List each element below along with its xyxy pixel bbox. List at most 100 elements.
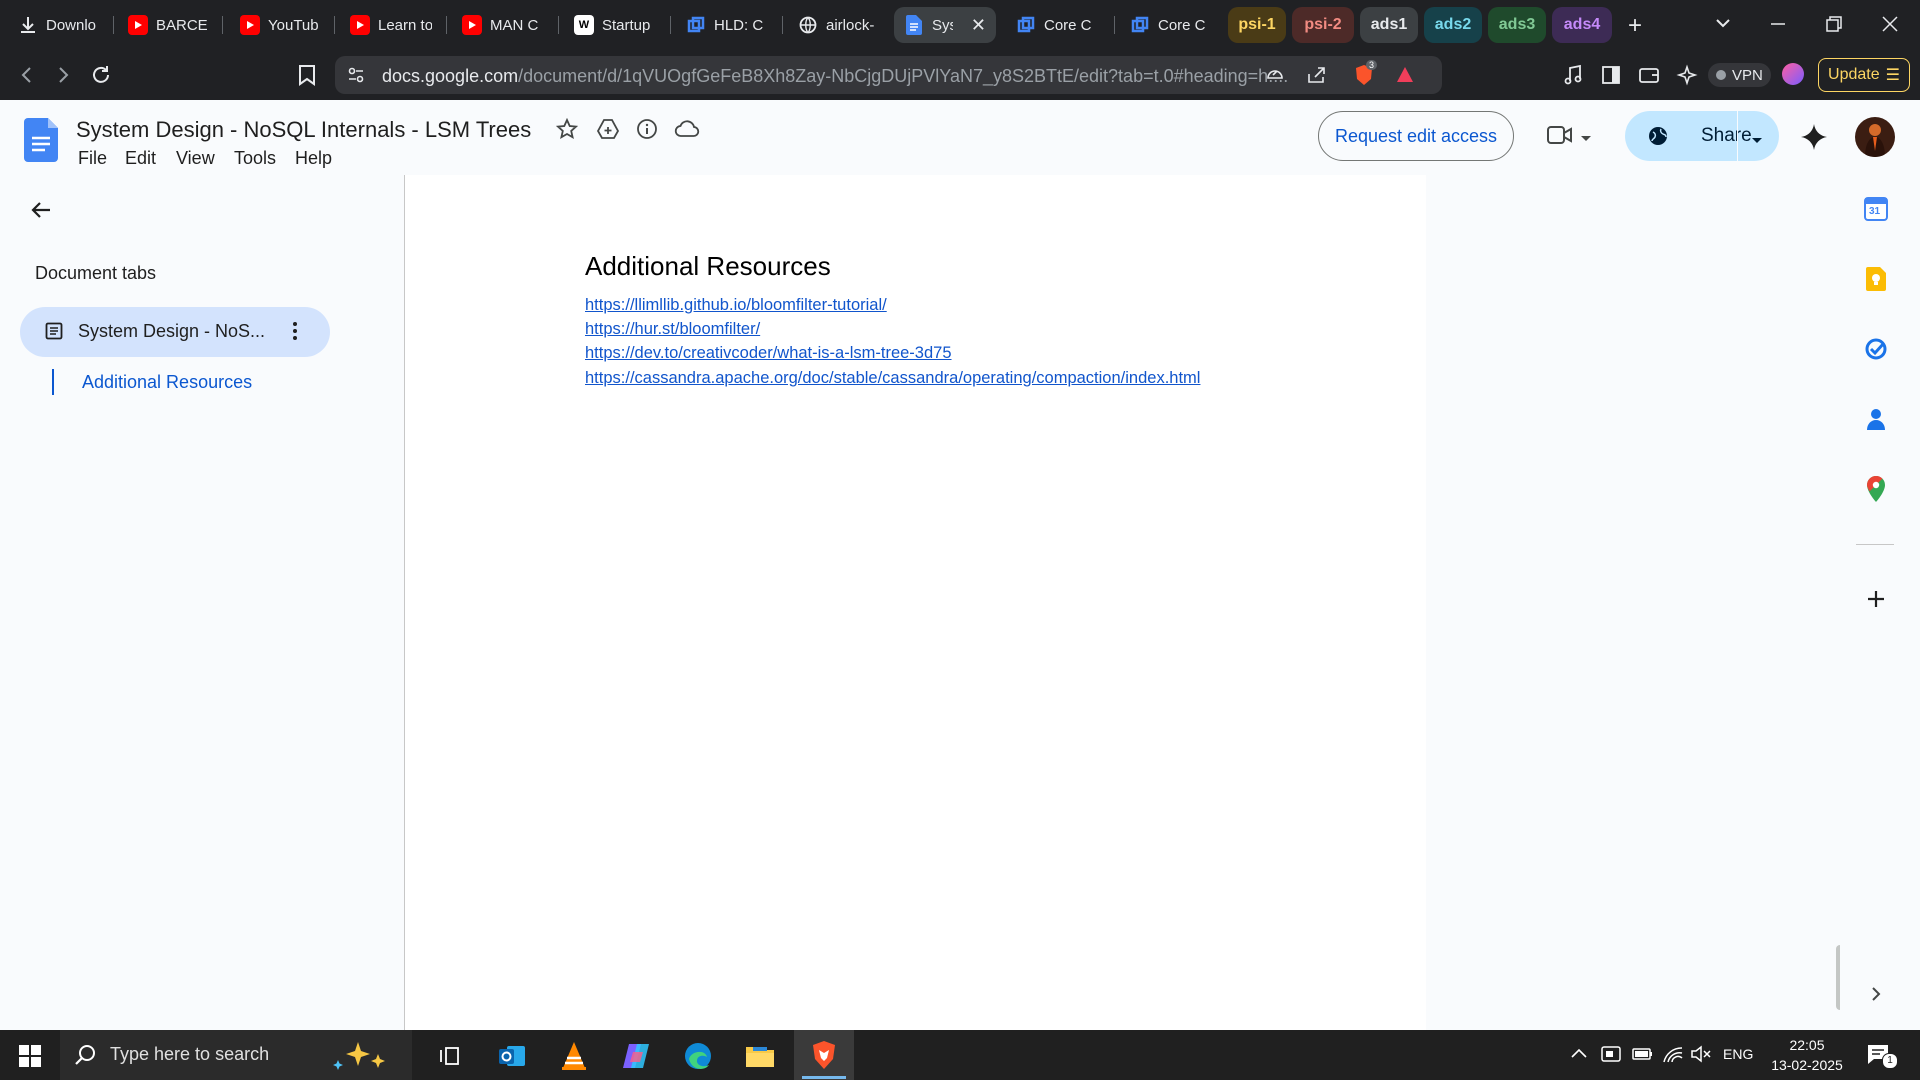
meet-button[interactable] — [1546, 124, 1591, 151]
tasks-icon[interactable] — [1864, 337, 1888, 361]
back-icon[interactable] — [14, 62, 40, 88]
copilot-icon[interactable] — [620, 1040, 652, 1072]
menu-icon: ☰ — [1885, 67, 1900, 84]
notifications-icon[interactable]: 1 — [1866, 1043, 1898, 1070]
request-edit-access-button[interactable]: Request edit access — [1318, 111, 1514, 161]
tab-group-ads2[interactable]: ads2 — [1424, 7, 1482, 43]
notification-count: 1 — [1882, 1053, 1898, 1069]
brave-rewards-icon[interactable] — [1395, 65, 1415, 90]
resource-link[interactable]: https://cassandra.apache.org/doc/stable/… — [585, 369, 1200, 388]
tab-group-ads3[interactable]: ads3 — [1488, 7, 1546, 43]
vlc-icon[interactable] — [558, 1040, 590, 1072]
tab-group-psi-1[interactable]: psi-1 — [1228, 7, 1286, 43]
show-hidden-icons-icon[interactable] — [1570, 1046, 1588, 1065]
share-button[interactable]: Share — [1625, 111, 1779, 161]
back-arrow-icon[interactable] — [30, 199, 52, 226]
document-tab-item[interactable]: System Design - NoS... — [20, 307, 330, 357]
resource-link[interactable]: https://dev.to/creativcoder/what-is-a-ls… — [585, 344, 952, 363]
menu-help[interactable]: Help — [295, 148, 332, 169]
gemini-icon[interactable] — [1800, 123, 1828, 156]
add-app-icon[interactable] — [1864, 587, 1888, 611]
close-tab-icon[interactable]: ✕ — [971, 15, 986, 36]
docs-logo-icon[interactable] — [24, 118, 58, 167]
more-options-icon[interactable] — [292, 321, 298, 346]
document-title[interactable]: System Design - NoSQL Internals - LSM Tr… — [76, 117, 531, 143]
tab-core-2[interactable]: Core C — [1130, 7, 1216, 43]
tab-group-ads1[interactable]: ads1 — [1360, 7, 1418, 43]
tab-airlock[interactable]: airlock- — [798, 7, 884, 43]
globe-icon — [1647, 125, 1669, 152]
tab-group-ads4[interactable]: ads4 — [1552, 7, 1612, 43]
drive-cast-icon[interactable] — [1265, 66, 1285, 89]
meet-now-icon[interactable] — [1600, 1044, 1622, 1069]
media-controls-icon[interactable] — [1560, 62, 1586, 88]
forward-icon[interactable] — [50, 62, 76, 88]
calendar-icon[interactable]: 31 — [1864, 197, 1888, 221]
outlook-icon[interactable] — [496, 1040, 528, 1072]
input-language[interactable]: ENG — [1723, 1046, 1753, 1062]
brave-taskbar-button[interactable] — [794, 1030, 854, 1080]
tab-man[interactable]: MAN C — [462, 7, 544, 43]
youtube-icon — [462, 15, 482, 35]
meet-dropdown-icon — [1580, 130, 1592, 148]
restore-icon[interactable] — [1824, 14, 1844, 39]
star-icon[interactable] — [555, 117, 579, 145]
close-window-icon[interactable] — [1880, 14, 1900, 39]
resource-link[interactable]: https://llimllib.github.io/bloomfilter-t… — [585, 296, 887, 315]
video-camera-icon — [1546, 126, 1574, 150]
menu-tools[interactable]: Tools — [234, 148, 276, 169]
address-bar[interactable]: docs.google.com/document/d/1qVUOgfGeFeB8… — [335, 56, 1442, 94]
leo-ai-icon[interactable] — [1674, 62, 1700, 88]
share-page-icon[interactable] — [1307, 66, 1327, 89]
tab-core-1[interactable]: Core C — [1016, 7, 1102, 43]
minimize-icon[interactable] — [1768, 14, 1788, 39]
tab-system-design-active[interactable]: Sys ✕ — [894, 7, 996, 43]
windows-start-icon[interactable] — [14, 1040, 46, 1072]
resource-link[interactable]: https://hur.st/bloomfilter/ — [585, 320, 760, 339]
collapse-panel-chevron-icon[interactable] — [1864, 982, 1888, 1006]
tab-downloads[interactable]: Downlo — [18, 7, 100, 43]
avatar[interactable] — [1855, 117, 1895, 157]
menu-view[interactable]: View — [176, 148, 215, 169]
wallet-icon[interactable] — [1636, 62, 1662, 88]
site-settings-icon[interactable] — [347, 66, 365, 89]
keep-icon[interactable] — [1864, 267, 1888, 291]
taskbar-search-box[interactable]: Type here to search — [60, 1030, 412, 1080]
sidebar-toggle-icon[interactable] — [1598, 62, 1624, 88]
docs-header: System Design - NoSQL Internals - LSM Tr… — [0, 100, 1920, 175]
update-button[interactable]: Update ☰ — [1818, 58, 1910, 92]
share-dropdown-icon[interactable] — [1751, 132, 1763, 150]
menu-file[interactable]: File — [78, 148, 107, 169]
youtube-icon — [128, 15, 148, 35]
tab-barcel[interactable]: BARCEL — [128, 7, 208, 43]
cube-icon — [686, 15, 706, 35]
outline-item-additional-resources[interactable]: Additional Resources — [52, 369, 252, 395]
tab-startup[interactable]: W Startup — [574, 7, 660, 43]
tab-youtube[interactable]: YouTub — [240, 7, 320, 43]
document-details-icon[interactable] — [636, 118, 658, 145]
edge-icon[interactable] — [682, 1040, 714, 1072]
tab-search-chevron-icon[interactable] — [1714, 14, 1732, 37]
search-icon — [74, 1044, 96, 1071]
wifi-icon[interactable] — [1662, 1044, 1684, 1069]
contacts-icon[interactable] — [1864, 407, 1888, 431]
task-view-icon[interactable] — [434, 1040, 466, 1072]
profile-icon[interactable] — [1782, 63, 1804, 85]
taskbar-clock[interactable]: 22:05 13-02-2025 — [1760, 1035, 1854, 1075]
tab-group-psi-2[interactable]: psi-2 — [1292, 7, 1354, 43]
bookmark-icon[interactable] — [294, 62, 320, 88]
file-explorer-icon[interactable] — [744, 1040, 776, 1072]
volume-muted-icon[interactable] — [1690, 1044, 1712, 1069]
new-tab-icon[interactable]: + — [1628, 12, 1642, 40]
maps-icon[interactable] — [1864, 476, 1888, 502]
brave-shields-icon[interactable]: 3 — [1353, 60, 1378, 92]
download-icon — [18, 15, 38, 35]
tab-learn[interactable]: Learn to — [350, 7, 432, 43]
vpn-button[interactable]: VPN — [1708, 63, 1771, 87]
move-to-drive-icon[interactable] — [596, 118, 620, 145]
tab-hld[interactable]: HLD: C — [686, 7, 772, 43]
cloud-status-icon[interactable] — [674, 119, 700, 144]
reload-icon[interactable] — [88, 62, 114, 88]
menu-edit[interactable]: Edit — [125, 148, 156, 169]
battery-icon[interactable] — [1632, 1046, 1654, 1067]
